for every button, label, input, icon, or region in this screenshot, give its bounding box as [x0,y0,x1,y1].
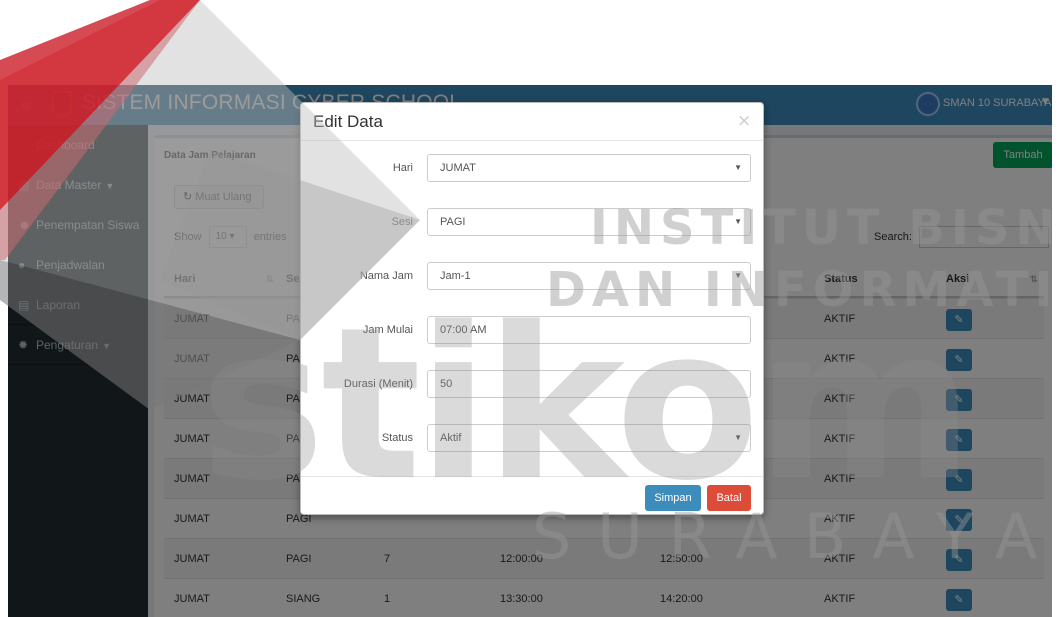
field-label: Jam Mulai [362,324,413,336]
form-group: Nama Jam Jam-1 ▼ [301,262,763,290]
field-value: 07:00 AM [440,324,487,336]
field-value: JUMAT [440,162,476,174]
app-window: ≡ SISTEM INFORMASI CYBER SCHOOL SMAN 10 … [8,85,1052,617]
field-label: Durasi (Menit) [343,378,413,390]
field-value: PAGI [440,216,466,228]
modal-footer: Simpan Batal [301,476,763,514]
text-field[interactable]: 50 [427,370,751,398]
chevron-down-icon: ▼ [734,433,742,442]
form-group: Jam Mulai 07:00 AM [301,316,763,344]
select-field[interactable]: Aktif ▼ [427,424,751,452]
field-value: Jam-1 [440,270,471,282]
field-value: Aktif [440,432,462,444]
close-icon[interactable]: × [737,111,751,131]
select-field[interactable]: Jam-1 ▼ [427,262,751,290]
page: ≡ SISTEM INFORMASI CYBER SCHOOL SMAN 10 … [0,0,1059,617]
text-field[interactable]: 07:00 AM [427,316,751,344]
edit-modal: Edit Data × Hari JUMAT ▼ Sesi PAGI ▼ Nama Jam J… [300,102,764,515]
form-group: Hari JUMAT ▼ [301,154,763,182]
form-group: Status Aktif ▼ [301,424,763,452]
modal-header: Edit Data × [301,103,763,141]
select-field[interactable]: PAGI ▼ [427,208,751,236]
field-label: Hari [392,162,413,174]
save-button[interactable]: Simpan [645,485,701,511]
chevron-down-icon: ▼ [734,217,742,226]
select-field[interactable]: JUMAT ▼ [427,154,751,182]
field-label: Status [381,432,413,444]
field-label: Nama Jam [359,270,413,282]
form-group: Sesi PAGI ▼ [301,208,763,236]
field-label: Sesi [391,216,413,228]
chevron-down-icon: ▼ [734,271,742,280]
chevron-down-icon: ▼ [734,163,742,172]
field-value: 50 [440,378,453,390]
modal-title: Edit Data [313,112,383,131]
cancel-button[interactable]: Batal [707,485,751,511]
form-group: Durasi (Menit) 50 [301,370,763,398]
